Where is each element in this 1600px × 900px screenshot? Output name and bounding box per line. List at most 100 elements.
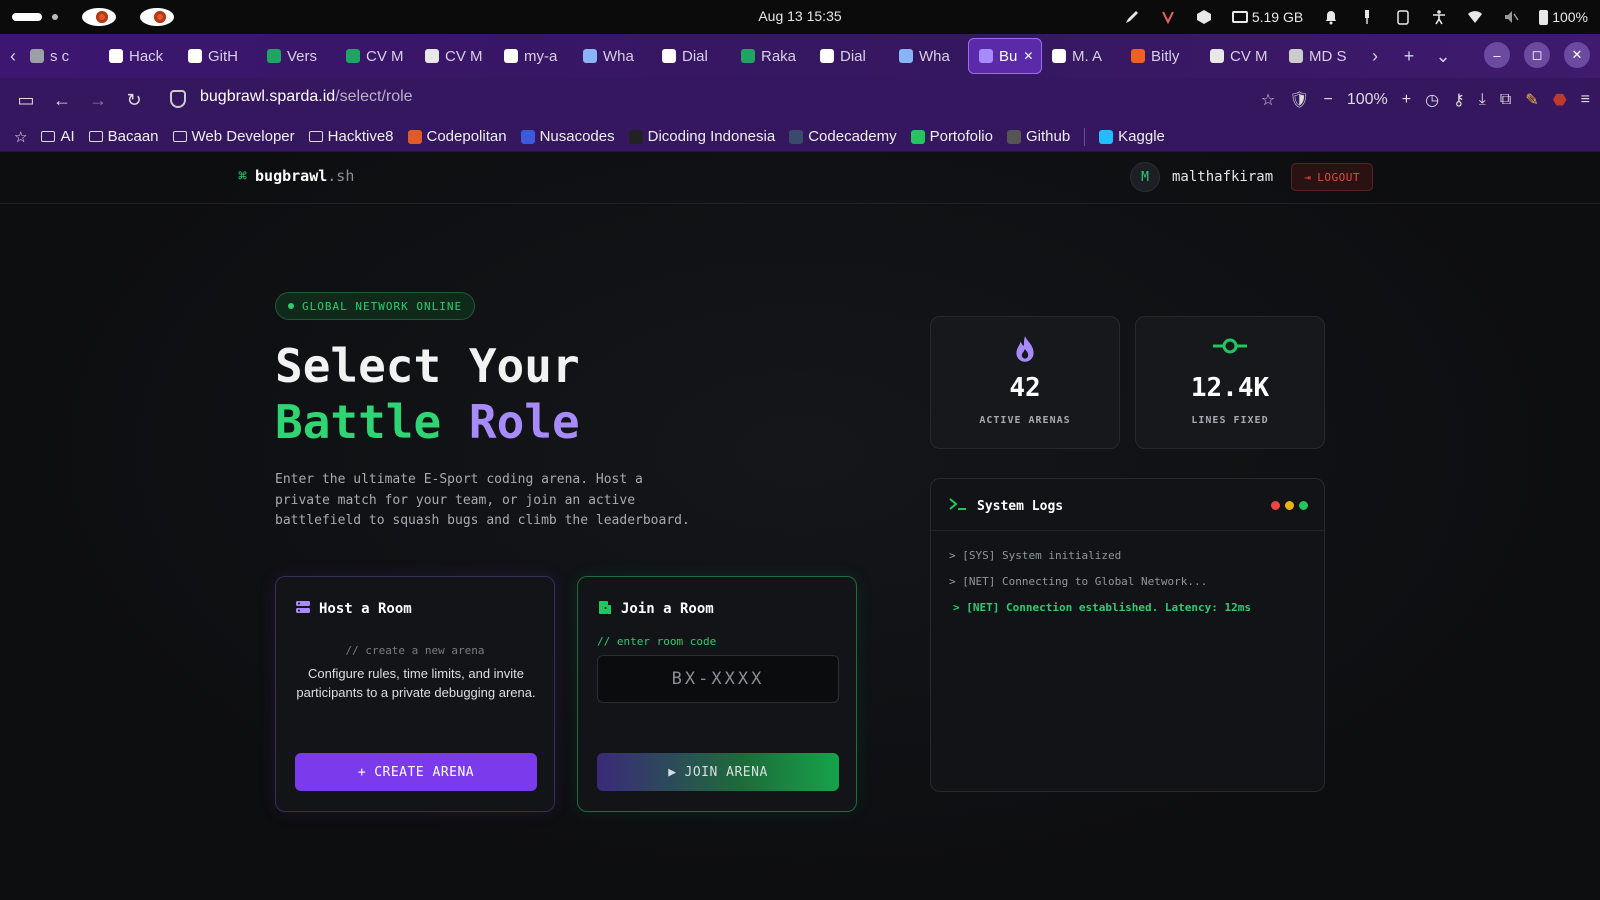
zoom-level[interactable]: 100% [1347,91,1388,109]
browser-tab[interactable]: my-a [494,38,573,74]
bookmark-item[interactable]: Web Developer [172,128,295,145]
minimize-icon[interactable]: – [1484,42,1510,68]
memory-indicator[interactable]: 5.19 GB [1231,9,1303,25]
accessibility-icon[interactable] [1431,9,1447,25]
tab-favicon-icon [1210,49,1224,63]
close-tab-icon[interactable]: ✕ [1023,49,1033,63]
bookmark-star-icon[interactable]: ☆ [1261,90,1275,110]
download-icon[interactable]: ⤓ [1479,91,1486,109]
browser-tab[interactable]: Vers [257,38,336,74]
eye-icon[interactable] [82,8,116,26]
tab-list-chevron-icon[interactable]: ⌄ [1426,46,1460,67]
bookmark-favicon-icon [1099,129,1114,144]
join-arena-button[interactable]: ▶ JOIN ARENA [597,753,839,791]
battery-indicator[interactable]: 100% [1539,9,1588,25]
green-dot-icon [1299,501,1308,510]
menu-icon[interactable]: ≡ [1581,91,1590,109]
wifi-icon[interactable] [1467,9,1483,25]
extension-icon[interactable]: 🛡 [1289,90,1309,110]
bookmark-item[interactable]: Kaggle [1099,128,1165,145]
create-arena-button[interactable]: + CREATE ARENA [295,753,537,791]
workspace-indicator[interactable] [12,13,42,21]
yellow-dot-icon [1285,501,1294,510]
browser-tab[interactable]: Wha [573,38,652,74]
bookmark-item[interactable]: Codepolitan [407,128,507,145]
bookmarks-star-icon[interactable]: ☆ [14,128,27,146]
pin-icon[interactable] [1359,9,1375,25]
bookmark-item[interactable]: Bacaan [88,128,159,145]
bookmark-item[interactable]: Portofolio [910,128,993,145]
workspace-dot[interactable] [52,14,58,20]
tab-active[interactable]: Bu ✕ [968,38,1042,74]
zoom-in-icon[interactable]: + [1402,91,1411,109]
browser-tab[interactable]: Hack [99,38,178,74]
forward-icon[interactable]: → [80,90,116,111]
bookmark-item[interactable]: AI [41,128,75,145]
log-line: > [SYS] System initialized [949,549,1122,562]
zoom-out-icon[interactable]: − [1323,91,1332,109]
restore-icon[interactable]: ◻ [1524,42,1550,68]
vpn-icon[interactable] [1160,9,1176,25]
cube-icon[interactable] [1196,9,1212,25]
key-icon[interactable]: ⚷ [1453,90,1465,110]
bookmark-label: Portofolio [929,128,993,145]
folder-icon [88,131,103,142]
avatar[interactable]: M [1130,162,1160,192]
browser-tab[interactable]: M. A [1042,38,1121,74]
stat-lines-fixed: 12.4K LINES FIXED [1135,316,1325,449]
battery-value: 100% [1552,9,1588,25]
join-card-title-text: Join a Room [621,601,714,617]
room-code-input[interactable] [597,655,839,703]
red-dot-icon [1271,501,1280,510]
new-tab-icon[interactable]: + [1392,46,1426,67]
addon-icon[interactable]: ✎ [1525,90,1538,110]
tab-label: CV M [445,47,483,65]
tabs-scroll-left-icon[interactable]: ‹ [6,46,20,67]
log-line-success: > [NET] Connection established. Latency:… [953,601,1252,614]
browser-tab[interactable]: CV M [336,38,415,74]
tab-label: Vers [287,47,318,65]
pen-icon[interactable] [1124,9,1140,25]
bookmark-item[interactable]: Hacktive8 [308,128,394,145]
volume-muted-icon[interactable] [1503,9,1519,25]
memory-icon [1231,11,1248,23]
bookmark-item[interactable]: Dicoding Indonesia [628,128,776,145]
clipboard-icon[interactable] [1395,9,1411,25]
bookmark-item[interactable]: Github [1006,128,1070,145]
ublock-icon[interactable]: ⬣ [1553,90,1567,110]
tabs-scroll-right-icon[interactable]: › [1358,46,1392,67]
browser-tab[interactable]: GitH [178,38,257,74]
browser-tab[interactable]: CV M [415,38,494,74]
sidebar-toggle-icon[interactable]: ▭ [8,90,44,111]
browser-tab[interactable]: Raka [731,38,810,74]
bookmark-label: Web Developer [191,128,295,145]
reload-icon[interactable]: ↻ [116,90,152,111]
url-bar[interactable]: bugbrawl.sparda.id/select/role [200,88,413,106]
host-card-description: Configure rules, time limits, and invite… [296,666,536,700]
tab-label: my-a [524,47,558,65]
bookmark-label: Dicoding Indonesia [647,128,776,145]
bookmark-item[interactable]: Nusacodes [520,128,615,145]
shield-icon[interactable] [170,90,186,108]
browser-tab[interactable]: Dial [810,38,889,74]
bookmark-item[interactable]: Codecademy [789,128,897,145]
browser-tab[interactable]: Dial [652,38,731,74]
bookmarks-bar: ☆ AI Bacaan Web Developer Hacktive8 Codepoli… [0,122,1600,152]
title-word-role: Role [468,395,580,449]
extensions-puzzle-icon[interactable]: ⧉ [1500,91,1511,109]
browser-tab[interactable]: Wha [889,38,968,74]
browser-tab[interactable]: MD S [1279,38,1358,74]
bell-icon[interactable] [1323,9,1339,25]
eye-icon-2[interactable] [140,8,174,26]
brand-logo[interactable]: ⌘ bugbrawl.sh [238,167,354,185]
close-window-icon[interactable]: ✕ [1564,42,1590,68]
logout-button[interactable]: ⇥ LOGOUT [1291,163,1374,191]
flame-icon [931,335,1119,365]
history-icon[interactable]: ◷ [1425,90,1439,110]
browser-nav-bar: ▭ ← → ↻ bugbrawl.sparda.id/select/role ☆… [0,78,1600,122]
browser-tab[interactable]: Bitly [1121,38,1200,74]
browser-tab[interactable]: s c [20,38,99,74]
browser-tab[interactable]: CV M [1200,38,1279,74]
back-icon[interactable]: ← [44,90,80,111]
bookmark-favicon-icon [1006,129,1021,144]
